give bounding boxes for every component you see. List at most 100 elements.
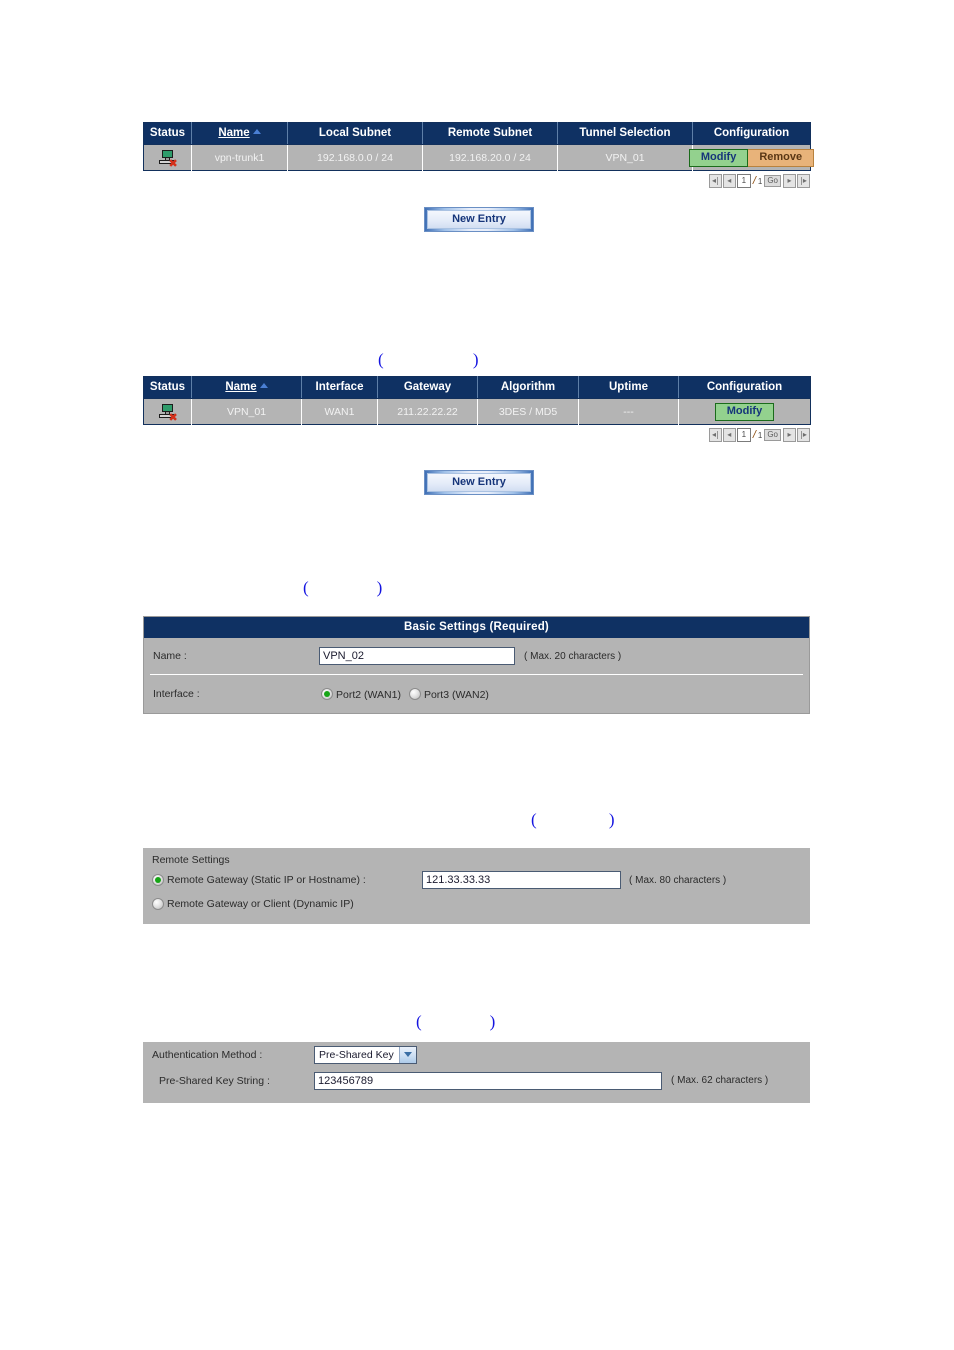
radio-port2-wan1[interactable] bbox=[321, 687, 333, 700]
name-input[interactable] bbox=[319, 647, 515, 665]
name-row: Name : ( Max. 20 characters ) bbox=[144, 638, 809, 674]
remote-settings-panel: Remote Settings Remote Gateway (Static I… bbox=[143, 848, 810, 924]
authentication-method-select[interactable]: Pre-Shared Key bbox=[314, 1045, 417, 1064]
column-header-status[interactable]: Status bbox=[143, 122, 192, 145]
authentication-method-row: Authentication Method : Pre-Shared Key bbox=[143, 1042, 810, 1067]
page-number-input[interactable]: 1 bbox=[736, 428, 751, 442]
radio-label-remote-gateway-dynamic: Remote Gateway or Client (Dynamic IP) bbox=[167, 898, 354, 910]
sort-ascending-icon bbox=[252, 129, 261, 134]
column-header-name[interactable]: Name bbox=[191, 376, 302, 399]
table-row: ✖ vpn-trunk1 192.168.0.0 / 24 192.168.20… bbox=[143, 144, 815, 171]
cell-tunnel-selection: VPN_01 bbox=[557, 144, 693, 171]
table-row: ✖ VPN_01 WAN1 211.22.22.22 3DES / MD5 --… bbox=[143, 398, 811, 425]
previous-page-icon[interactable]: ◂ bbox=[722, 174, 736, 188]
caption-marker-2: ( ) bbox=[303, 578, 383, 597]
remote-gateway-input[interactable] bbox=[422, 871, 621, 889]
caption-marker-4: ( ) bbox=[416, 1012, 496, 1031]
pager-separator: / bbox=[752, 175, 756, 187]
go-button[interactable]: Go bbox=[764, 175, 781, 187]
computer-disconnected-icon: ✖ bbox=[158, 403, 178, 423]
previous-page-icon[interactable]: ◂ bbox=[722, 428, 736, 442]
chevron-down-icon[interactable] bbox=[398, 1046, 416, 1063]
column-header-status[interactable]: Status bbox=[143, 376, 192, 399]
authentication-panel: Authentication Method : Pre-Shared Key P… bbox=[143, 1042, 810, 1103]
column-header-uptime[interactable]: Uptime bbox=[578, 376, 679, 399]
pager-total-pages: 1 bbox=[757, 176, 763, 186]
last-page-icon[interactable]: |▸ bbox=[797, 428, 810, 442]
column-header-local-subnet[interactable]: Local Subnet bbox=[287, 122, 423, 145]
remove-button[interactable]: Remove bbox=[748, 148, 815, 167]
cell-name: vpn-trunk1 bbox=[191, 144, 288, 171]
sort-ascending-icon bbox=[259, 383, 268, 388]
cell-interface: WAN1 bbox=[301, 398, 378, 425]
pagination-controls-1: ◂| ◂ 1 / 1 Go ▸ |▸ bbox=[708, 174, 810, 188]
name-hint: ( Max. 20 characters ) bbox=[524, 650, 622, 662]
column-header-interface[interactable]: Interface bbox=[301, 376, 378, 399]
cell-algorithm: 3DES / MD5 bbox=[477, 398, 579, 425]
page-number-input[interactable]: 1 bbox=[736, 174, 751, 188]
pagination-controls-2: ◂| ◂ 1 / 1 Go ▸ |▸ bbox=[708, 428, 810, 442]
column-header-configuration[interactable]: Configuration bbox=[692, 122, 811, 145]
authentication-method-label: Authentication Method : bbox=[152, 1048, 263, 1061]
radio-label-port3-wan2: Port3 (WAN2) bbox=[423, 688, 489, 701]
modify-button[interactable]: Modify bbox=[688, 148, 749, 167]
cell-remote-subnet: 192.168.20.0 / 24 bbox=[422, 144, 558, 171]
remote-gateway-dynamic-row: Remote Gateway or Client (Dynamic IP) bbox=[143, 892, 810, 916]
pre-shared-key-label: Pre-Shared Key String : bbox=[159, 1074, 270, 1087]
column-header-gateway[interactable]: Gateway bbox=[377, 376, 478, 399]
first-page-icon[interactable]: ◂| bbox=[708, 428, 722, 442]
column-header-remote-subnet[interactable]: Remote Subnet bbox=[422, 122, 558, 145]
caption-marker-3: ( ) bbox=[531, 810, 615, 829]
basic-settings-body: Name : ( Max. 20 characters ) Interface … bbox=[144, 638, 809, 713]
cell-configuration: Modify Remove bbox=[688, 144, 815, 171]
cell-configuration: Modify bbox=[678, 398, 811, 425]
radio-port3-wan2[interactable] bbox=[408, 687, 421, 700]
cell-gateway: 211.22.22.22 bbox=[377, 398, 478, 425]
cell-status: ✖ bbox=[143, 398, 192, 425]
last-page-icon[interactable]: |▸ bbox=[797, 174, 810, 188]
name-label: Name : bbox=[153, 650, 187, 662]
ipsec-autokey-table-section: Status Name Interface Gateway Algorithm … bbox=[143, 376, 811, 442]
basic-settings-panel: Basic Settings (Required) Name : ( Max. … bbox=[143, 616, 810, 714]
pre-shared-key-input[interactable] bbox=[314, 1071, 662, 1090]
sort-link-name[interactable]: Name bbox=[225, 381, 256, 393]
column-header-name[interactable]: Name bbox=[191, 122, 288, 145]
next-page-icon[interactable]: ▸ bbox=[783, 174, 796, 188]
column-header-algorithm[interactable]: Algorithm bbox=[477, 376, 579, 399]
cell-name: VPN_01 bbox=[191, 398, 302, 425]
column-header-configuration[interactable]: Configuration bbox=[678, 376, 811, 399]
interface-label: Interface : bbox=[153, 688, 200, 700]
cell-local-subnet: 192.168.0.0 / 24 bbox=[287, 144, 423, 171]
radio-remote-gateway-dynamic[interactable] bbox=[152, 898, 164, 910]
first-page-icon[interactable]: ◂| bbox=[708, 174, 722, 188]
remote-gateway-hint: ( Max. 80 characters ) bbox=[629, 874, 727, 886]
radio-label-port2-wan1: Port2 (WAN1) bbox=[336, 688, 401, 701]
table-header-row: Status Name Local Subnet Remote Subnet T… bbox=[143, 122, 811, 145]
new-entry-label: New Entry bbox=[427, 473, 531, 492]
remote-settings-title: Remote Settings bbox=[152, 854, 230, 866]
column-header-tunnel-selection[interactable]: Tunnel Selection bbox=[557, 122, 693, 145]
interface-radio-group: Port2 (WAN1) Port3 (WAN2) bbox=[321, 687, 497, 701]
authentication-method-value: Pre-Shared Key bbox=[319, 1048, 394, 1061]
pre-shared-key-row: Pre-Shared Key String : ( Max. 62 charac… bbox=[143, 1067, 810, 1094]
new-entry-button-1[interactable]: New Entry bbox=[424, 207, 534, 232]
modify-button[interactable]: Modify bbox=[714, 402, 775, 421]
pre-shared-key-hint: ( Max. 62 characters ) bbox=[671, 1075, 769, 1086]
remote-gateway-static-row: Remote Gateway (Static IP or Hostname) :… bbox=[143, 868, 810, 892]
cell-status: ✖ bbox=[143, 144, 192, 171]
vpn-tunnel-table-section: Status Name Local Subnet Remote Subnet T… bbox=[143, 122, 815, 188]
ipsec-autokey-table: Status Name Interface Gateway Algorithm … bbox=[143, 376, 811, 425]
cell-uptime: --- bbox=[578, 398, 679, 425]
vpn-tunnel-table: Status Name Local Subnet Remote Subnet T… bbox=[143, 122, 815, 171]
new-entry-button-2[interactable]: New Entry bbox=[424, 470, 534, 495]
new-entry-label: New Entry bbox=[427, 210, 531, 229]
caption-marker-1: ( ) bbox=[378, 350, 479, 369]
radio-remote-gateway-static[interactable] bbox=[152, 874, 164, 886]
sort-link-name[interactable]: Name bbox=[218, 127, 249, 139]
next-page-icon[interactable]: ▸ bbox=[783, 428, 796, 442]
table-header-row: Status Name Interface Gateway Algorithm … bbox=[143, 376, 811, 399]
interface-row: Interface : Port2 (WAN1) Port3 (WAN2) bbox=[144, 675, 809, 713]
pager-total-pages: 1 bbox=[757, 430, 763, 440]
go-button[interactable]: Go bbox=[764, 429, 781, 441]
computer-disconnected-icon: ✖ bbox=[158, 149, 178, 169]
